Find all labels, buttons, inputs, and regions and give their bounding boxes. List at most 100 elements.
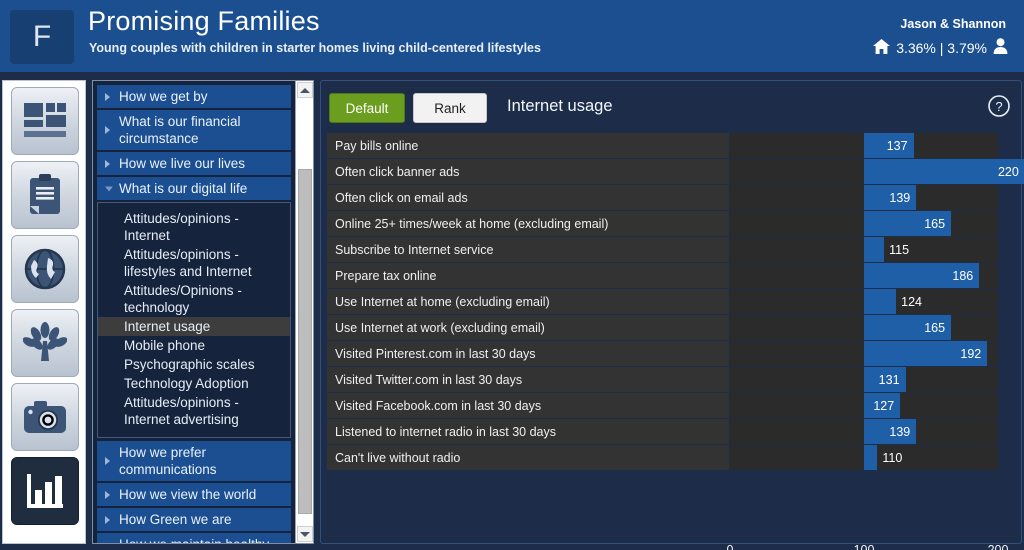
user-name: Jason & Shannon — [900, 17, 1006, 31]
tree-subitem[interactable]: Attitudes/opinions - Internet advertisin… — [98, 393, 290, 429]
chart-row-label: Prepare tax online — [327, 269, 436, 283]
chart-row[interactable]: Listened to internet radio in last 30 da… — [327, 419, 1017, 444]
tree-node[interactable]: What is our digital life — [97, 177, 291, 200]
chart-row-label: Can't live without radio — [327, 451, 460, 465]
tree-node-label: How we view the world — [119, 487, 256, 502]
chart-row-label: Online 25+ times/week at home (excluding… — [327, 217, 608, 231]
scroll-up-triangle-icon — [300, 88, 310, 93]
chart-row[interactable]: Prepare tax online 186 — [327, 263, 1017, 288]
sidebar-item-dashboard[interactable] — [11, 87, 79, 155]
chart-bar[interactable]: 131 — [864, 367, 906, 392]
sidebar-item-charts[interactable] — [11, 457, 79, 525]
chart-row[interactable]: Visited Facebook.com in last 30 days127 — [327, 393, 1017, 418]
chart-row[interactable]: Visited Pinterest.com in last 30 days 192 — [327, 341, 1017, 366]
chart-row-plot: 165 — [730, 315, 998, 340]
chart-row-plot: 131 — [730, 367, 998, 392]
chart-bar[interactable]: 192 — [864, 341, 987, 366]
chart-row-label-cell: Prepare tax online — [327, 263, 729, 288]
chart-bar-value: 131 — [879, 373, 906, 387]
chart-bar-value: 139 — [889, 425, 916, 439]
clipboard-icon — [27, 174, 63, 216]
tree-node[interactable]: How we live our lives — [97, 152, 291, 175]
chart-row[interactable]: Visited Twitter.com in last 30 days131 — [327, 367, 1017, 392]
chevron-right-icon[interactable] — [105, 457, 110, 465]
tree-scrollbar[interactable] — [295, 81, 313, 543]
chevron-right-icon[interactable] — [105, 160, 110, 168]
chart-toolbar: Default Rank Internet usage ? — [321, 81, 1023, 133]
sidebar-item-geography[interactable] — [11, 235, 79, 303]
chevron-down-icon[interactable] — [105, 186, 113, 191]
chart-bar-value: 165 — [924, 321, 951, 335]
chart-row[interactable]: Use Internet at work (excluding email) 16… — [327, 315, 1017, 340]
rank-view-button[interactable]: Rank — [413, 93, 487, 123]
chart-row[interactable]: Often click banner ads220 — [327, 159, 1017, 184]
chart-row[interactable]: Subscribe to Internet service 115 — [327, 237, 1017, 262]
scroll-down-arrow-icon[interactable] — [297, 526, 313, 542]
chart-bar-value: 139 — [889, 191, 916, 205]
tree-subitem[interactable]: Mobile phone — [98, 336, 290, 355]
tree-node[interactable]: How Green we are — [97, 508, 291, 531]
tree-subitem-group: Attitudes/opinions - InternetAttitudes/o… — [97, 202, 291, 438]
chart-row-label-cell: Listened to internet radio in last 30 da… — [327, 419, 729, 444]
chart-bar[interactable]: 127 — [864, 393, 900, 418]
chart-row-label-cell: Use Internet at home (excluding email) — [327, 289, 729, 314]
chart-bar[interactable]: 139 — [864, 185, 916, 210]
scrollbar-thumb[interactable] — [298, 169, 312, 514]
svg-text:?: ? — [995, 99, 1002, 114]
tree-subitem-selected[interactable]: Internet usage — [98, 317, 290, 336]
scroll-down-triangle-icon — [300, 532, 310, 537]
sidebar-item-report[interactable] — [11, 161, 79, 229]
chart-row-label: Visited Pinterest.com in last 30 days — [327, 347, 536, 361]
tree-node-label: What is our financial circumstance — [119, 114, 241, 146]
tree-subitem[interactable]: Attitudes/opinions - Internet — [98, 209, 290, 245]
tree-node[interactable]: What is our financial circumstance — [97, 110, 291, 150]
chart-row-plot: 139 — [730, 185, 998, 210]
tree-node-label: How we prefer communications — [119, 445, 217, 477]
page-title: Promising Families — [88, 6, 320, 37]
tree-icon — [23, 321, 67, 365]
app-header: F Promising Families Young couples with … — [0, 0, 1024, 72]
chart-bar[interactable]: 186 — [864, 263, 979, 288]
sidebar-item-lifestyle[interactable] — [11, 309, 79, 377]
chart-row-label: Listened to internet radio in last 30 da… — [327, 425, 556, 439]
tree-subitem[interactable]: Attitudes/Opinions - technology — [98, 281, 290, 317]
scroll-up-arrow-icon[interactable] — [297, 82, 313, 98]
chart-row[interactable]: Use Internet at home (excluding email) 12… — [327, 289, 1017, 314]
sidebar-icon-rail — [2, 80, 86, 544]
chart-row[interactable]: Pay bills online137 — [327, 133, 1017, 158]
chart-row-label: Use Internet at work (excluding email) — [327, 321, 545, 335]
chevron-right-icon[interactable] — [105, 126, 110, 134]
person-icon[interactable] — [993, 38, 1008, 57]
content-panel: Default Rank Internet usage ? Pay bills … — [320, 80, 1022, 544]
tree-subitem[interactable]: Attitudes/opinions - lifestyles and Inte… — [98, 245, 290, 281]
default-view-button[interactable]: Default — [329, 93, 405, 123]
chart-bar[interactable]: 110 — [864, 445, 877, 470]
tree-subitem[interactable]: Technology Adoption — [98, 374, 290, 393]
chevron-right-icon[interactable] — [105, 491, 110, 499]
sidebar-item-media[interactable] — [11, 383, 79, 451]
tree-node[interactable]: How we maintain healthy lifestyles — [97, 533, 291, 544]
tree-node[interactable]: How we prefer communications — [97, 441, 291, 481]
chart-bar[interactable]: 165 — [864, 211, 951, 236]
chart-bar-value: 192 — [960, 347, 987, 361]
chart-bar[interactable]: 165 — [864, 315, 951, 340]
chart-row-plot: 137 — [730, 133, 998, 158]
tree-subitem[interactable]: Psychographic scales — [98, 355, 290, 374]
chart-row-label-cell: Often click on email ads — [327, 185, 729, 210]
chart-row-label: Subscribe to Internet service — [327, 243, 493, 257]
chart-bar[interactable]: 220 — [864, 159, 1024, 184]
chart-bar[interactable]: 139 — [864, 419, 916, 444]
chart-bar[interactable]: 124 — [864, 289, 896, 314]
tree-node[interactable]: How we get by — [97, 85, 291, 108]
chart-bar[interactable]: 137 — [864, 133, 914, 158]
chart-row[interactable]: Can't live without radio 110 — [327, 445, 1017, 470]
chevron-right-icon[interactable] — [105, 93, 110, 101]
chart-row[interactable]: Often click on email ads 139 — [327, 185, 1017, 210]
help-circle-icon[interactable]: ? — [987, 94, 1011, 118]
chart-row[interactable]: Online 25+ times/week at home (excluding… — [327, 211, 1017, 236]
stats-value: 3.36% | 3.79% — [896, 40, 987, 56]
axis-tick-label: 200 — [988, 543, 1009, 550]
tree-node[interactable]: How we view the world — [97, 483, 291, 506]
chevron-right-icon[interactable] — [105, 516, 110, 524]
chart-bar[interactable]: 115 — [864, 237, 884, 262]
